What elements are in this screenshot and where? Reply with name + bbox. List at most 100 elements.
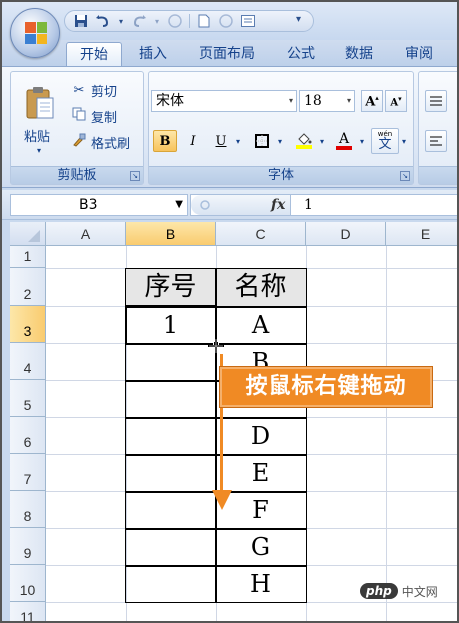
format-painter-label: 格式刷 [91, 136, 131, 152]
font-group: 宋体 ▾ 18 ▾ A▴ A▾ B I U ▾ ▾ ▾ A ▾ wén 文 ▾ … [148, 71, 414, 185]
fx-icon[interactable]: fx [271, 195, 285, 215]
align-left-icon [430, 136, 442, 146]
row-header-8[interactable]: 8 [10, 491, 46, 528]
copy-button[interactable]: 复制 [71, 106, 117, 126]
table-divider [126, 565, 306, 567]
italic-button[interactable]: I [181, 130, 205, 152]
font-color-glyph: A [338, 131, 350, 147]
paint-bucket-icon [298, 133, 312, 145]
align-top-button[interactable] [425, 90, 447, 112]
cell-c6[interactable]: D [216, 421, 305, 451]
borders-dropdown-icon[interactable]: ▾ [275, 130, 285, 152]
tab-review[interactable]: 审阅 [396, 42, 442, 66]
font-size-value: 18 [304, 93, 322, 109]
alignment-group [418, 71, 459, 185]
column-header-a[interactable]: A [46, 222, 126, 246]
font-color-button[interactable]: A [331, 130, 357, 152]
office-button[interactable] [10, 8, 60, 58]
row-header-10[interactable]: 10 [10, 565, 46, 602]
table-divider [126, 454, 306, 456]
qat-separator [189, 14, 190, 28]
cell-c10[interactable]: H [216, 569, 305, 599]
form-icon[interactable] [240, 13, 256, 29]
column-header-b[interactable]: B [126, 222, 216, 246]
font-launcher-icon[interactable]: ↘ [400, 171, 410, 181]
redo-icon[interactable] [131, 13, 147, 29]
cell-b2[interactable]: 序号 [126, 270, 215, 304]
undo-dropdown-icon[interactable]: ▾ [117, 13, 125, 29]
tab-insert[interactable]: 插入 [130, 42, 176, 66]
underline-button[interactable]: U [209, 130, 233, 152]
redo-dropdown-icon[interactable]: ▾ [153, 13, 161, 29]
paintbrush-icon [71, 133, 87, 151]
phonetic-dropdown-icon[interactable]: ▾ [399, 130, 409, 152]
customize-qat-icon[interactable]: ▾ [296, 14, 301, 25]
font-group-label: 字体 [149, 166, 413, 184]
shrink-font-button[interactable]: A▾ [385, 90, 407, 112]
phonetic-char: 文 [378, 137, 392, 152]
cell-c7[interactable]: E [216, 458, 305, 488]
save-icon[interactable] [73, 13, 89, 29]
column-header-c[interactable]: C [216, 222, 306, 246]
tab-page-layout[interactable]: 页面布局 [190, 42, 264, 66]
ribbon: 粘贴 ▾ ✂ 剪切 复制 格式刷 剪贴板 ↘ 宋体 ▾ 18 ▾ A▴ A▾ B… [0, 66, 459, 188]
font-color-dropdown-icon[interactable]: ▾ [357, 130, 367, 152]
paste-dropdown-icon[interactable]: ▾ [37, 146, 41, 155]
office-logo-icon [25, 22, 47, 44]
tab-data[interactable]: 数据 [336, 42, 382, 66]
borders-button[interactable] [249, 130, 275, 152]
formula-value: 1 [304, 197, 313, 213]
circle-icon[interactable] [167, 13, 183, 29]
format-painter-button[interactable]: 格式刷 [71, 132, 130, 152]
watermark-site: 中文网 [401, 584, 438, 599]
border-icon [255, 134, 269, 148]
worksheet-grid[interactable]: A B C D E 1 2 3 4 5 6 7 8 9 10 11 序号 名称 … [10, 222, 459, 623]
grow-font-button[interactable]: A▴ [361, 90, 383, 112]
tab-formulas[interactable]: 公式 [278, 42, 324, 66]
fill-color-dropdown-icon[interactable]: ▾ [317, 130, 327, 152]
grow-font-icon: A▴ [365, 92, 379, 110]
row-header-1[interactable]: 1 [10, 246, 46, 268]
cell-c3[interactable]: A [216, 310, 305, 340]
paste-button[interactable]: 粘贴 ▾ [15, 76, 65, 160]
title-bar: ▾ ▾ ▾ [0, 0, 459, 40]
name-box[interactable]: B3 ▼ [10, 194, 188, 216]
name-box-dropdown-icon[interactable]: ▼ [175, 195, 183, 215]
font-name-select[interactable]: 宋体 ▾ [151, 90, 297, 112]
row-header-3[interactable]: 3 [10, 306, 46, 343]
bold-button[interactable]: B [153, 130, 177, 152]
row-header-2[interactable]: 2 [10, 268, 46, 306]
row-header-11[interactable]: 11 [10, 602, 46, 623]
table-divider [126, 417, 306, 419]
tab-home[interactable]: 开始 [66, 42, 122, 66]
crosshair-cursor-icon [208, 338, 224, 354]
shrink-font-icon: A▾ [390, 93, 402, 109]
column-header-e[interactable]: E [386, 222, 459, 246]
drag-arrow-head-icon [212, 490, 232, 510]
undo-icon[interactable] [95, 13, 111, 29]
row-header-5[interactable]: 5 [10, 380, 46, 417]
clipboard-launcher-icon[interactable]: ↘ [130, 171, 140, 181]
formula-input[interactable]: fx 1 [190, 194, 459, 216]
cut-button[interactable]: ✂ 剪切 [71, 80, 117, 100]
paste-icon [26, 87, 54, 119]
excel-window: { "quick_access": { "save_icon": "save-i… [0, 0, 459, 623]
column-header-d[interactable]: D [306, 222, 386, 246]
row-header-7[interactable]: 7 [10, 454, 46, 491]
phonetic-button[interactable]: wén 文 [371, 128, 399, 154]
row-header-4[interactable]: 4 [10, 343, 46, 380]
align-left-button[interactable] [425, 130, 447, 152]
underline-dropdown-icon[interactable]: ▾ [233, 130, 243, 152]
select-all-corner[interactable] [10, 222, 46, 246]
font-name-value: 宋体 [156, 93, 184, 109]
new-document-icon[interactable] [196, 13, 212, 29]
font-size-select[interactable]: 18 ▾ [299, 90, 355, 112]
cell-c2[interactable]: 名称 [216, 270, 305, 304]
row-header-9[interactable]: 9 [10, 528, 46, 565]
row-header-6[interactable]: 6 [10, 417, 46, 454]
print-preview-icon[interactable] [218, 13, 234, 29]
paste-label: 粘贴 [24, 130, 51, 145]
font-size-dropdown-icon: ▾ [346, 96, 351, 105]
cell-c9[interactable]: G [216, 532, 305, 562]
fill-color-button[interactable] [291, 130, 317, 152]
